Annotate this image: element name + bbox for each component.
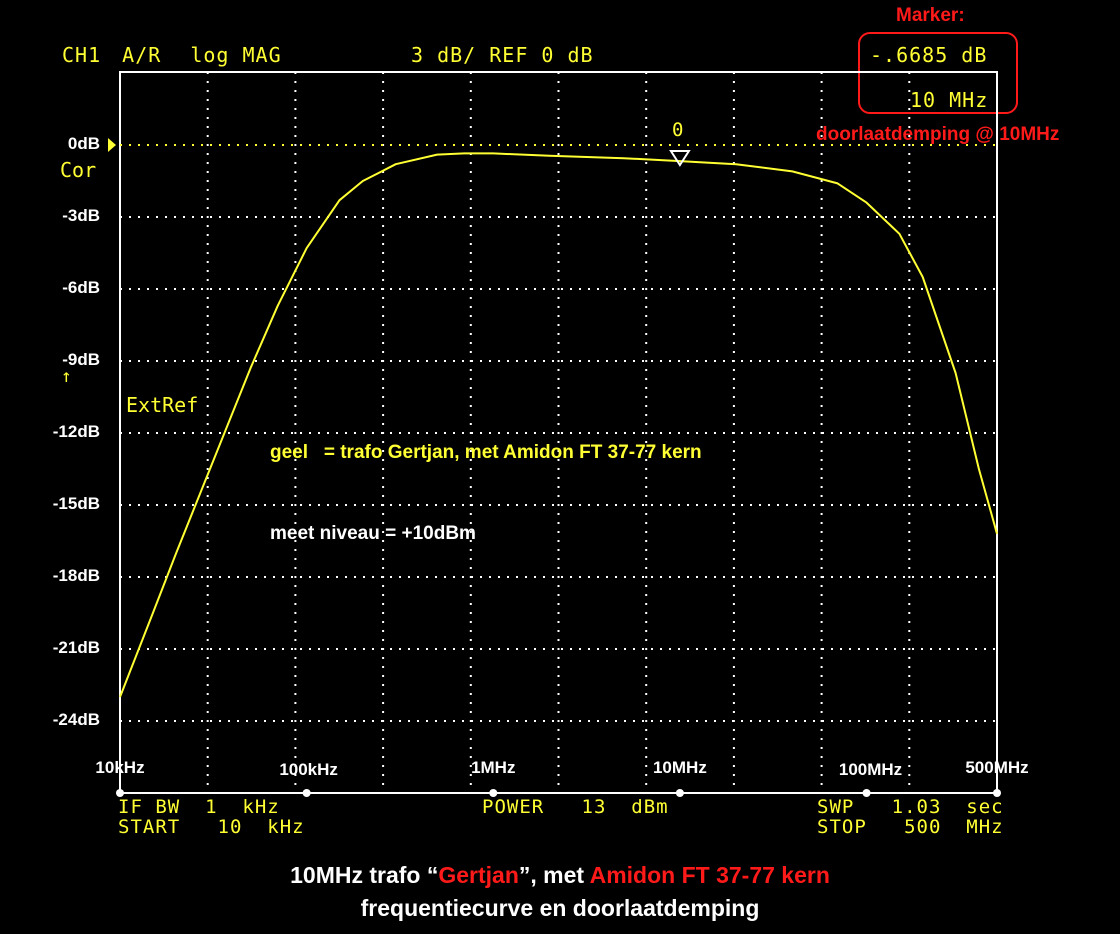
y-tick-label: -21dB: [52, 638, 100, 657]
x-tick-label: 10MHz: [652, 758, 707, 777]
frequency-response-chart: [108, 71, 1001, 797]
x-tick-dot: [302, 789, 311, 797]
y-tick-label: -12dB: [52, 422, 100, 441]
correction-label: Cor: [60, 158, 97, 182]
if-bandwidth: IF BW 1 kHz: [118, 796, 280, 818]
x-tick-label: 100MHz: [838, 760, 903, 779]
x-tick-label: 100kHz: [279, 760, 338, 779]
x-tick-label: 500MHz: [965, 758, 1029, 777]
y-tick-label: -3dB: [62, 206, 100, 225]
y-tick-label: -15dB: [52, 494, 100, 513]
chart-grid: [108, 71, 998, 794]
caption-line-1: 10MHz trafo “Gertjan”, met Amidon FT 37-…: [0, 862, 1120, 889]
measure-level-note: meet niveau = +10dBm: [270, 523, 476, 544]
start-frequency: START 10 kHz: [118, 816, 305, 838]
y-tick-label: -6dB: [62, 278, 100, 297]
reference-pointer-icon: [108, 138, 116, 152]
sweep-time: SWP 1.03 sec: [817, 796, 1004, 818]
y-tick-label: -18dB: [52, 566, 100, 585]
x-tick-label: 1MHz: [471, 758, 516, 777]
marker-group: [669, 150, 691, 167]
x-tick-label: 10kHz: [95, 758, 145, 777]
caption-line-2: frequentiecurve en doorlaatdemping: [360, 895, 760, 921]
y-tick-label: -9dB: [62, 350, 100, 369]
caption-part: ”, met: [518, 862, 590, 888]
extref-label: ExtRef: [126, 393, 199, 417]
y-tick-label: -24dB: [52, 710, 100, 729]
power-level: POWER 13 dBm: [482, 796, 669, 818]
x-tick-dot: [675, 789, 684, 797]
y-tick-label: 0dB: [67, 134, 100, 153]
stop-frequency: STOP 500 MHz: [817, 816, 1004, 838]
trace-legend: geel = trafo Gertjan, met Amidon FT 37-7…: [270, 442, 702, 463]
caption-part: 10MHz trafo “: [290, 862, 439, 888]
marker-number: 0: [672, 119, 684, 141]
caption-highlight-name: Gertjan: [438, 862, 519, 888]
marker-triangle-icon: [669, 150, 691, 167]
up-arrow-icon: ↑: [61, 366, 72, 387]
caption-highlight-core: Amidon FT 37-77 kern: [589, 862, 830, 888]
